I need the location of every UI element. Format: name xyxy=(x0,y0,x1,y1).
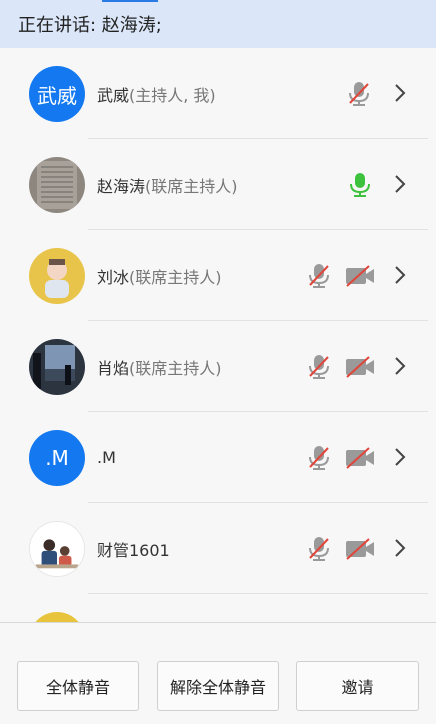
participant-list[interactable]: 武威 武威 (主持人, 我) 赵海涛 (联席主持人) 刘冰 (联席主持人) 肖焰… xyxy=(0,48,436,622)
top-indicator xyxy=(102,0,158,2)
participant-role: (联席主持人) xyxy=(145,176,238,196)
mic-active-icon[interactable] xyxy=(349,172,371,198)
avatar: 武威 xyxy=(29,66,85,122)
avatar xyxy=(29,612,85,622)
camera-off-icon[interactable] xyxy=(345,356,375,378)
participant-name: .M xyxy=(97,412,116,503)
participant-row[interactable]: 财管1601 xyxy=(0,503,436,594)
participant-row[interactable]: 赵海涛 (联席主持人) xyxy=(0,139,436,230)
participant-row[interactable]: 武威 武威 (主持人, 我) xyxy=(0,48,436,139)
mic-muted-icon[interactable] xyxy=(308,263,330,289)
participant-name: 财管1601 xyxy=(97,503,170,594)
chevron-right-icon[interactable] xyxy=(393,173,407,195)
mic-muted-icon[interactable] xyxy=(348,81,370,107)
mute-all-button[interactable]: 全体静音 xyxy=(17,661,139,711)
participant-role: (联席主持人) xyxy=(129,267,222,287)
chevron-right-icon[interactable] xyxy=(393,264,407,286)
participant-name: 武威 (主持人, 我) xyxy=(97,48,216,139)
participant-name-text: 肖焰 xyxy=(97,358,130,378)
mic-muted-icon[interactable] xyxy=(308,536,330,562)
participant-row[interactable]: 肖焰 (联席主持人) xyxy=(0,321,436,412)
participant-name: 赵海涛 (联席主持人) xyxy=(97,139,238,230)
participant-name-text: 赵海涛 xyxy=(97,176,146,196)
unmute-all-button[interactable]: 解除全体静音 xyxy=(157,661,279,711)
participant-name: 肖焰 (联席主持人) xyxy=(97,321,222,412)
participant-role: (主持人, 我) xyxy=(129,85,216,105)
participant-role: (联席主持人) xyxy=(129,358,222,378)
mic-muted-icon[interactable] xyxy=(308,445,330,471)
mic-muted-icon[interactable] xyxy=(308,354,330,380)
avatar xyxy=(29,521,85,577)
chevron-right-icon[interactable] xyxy=(393,82,407,104)
participant-name-text: .M xyxy=(97,448,116,467)
participant-row[interactable]: .M .M xyxy=(0,412,436,503)
participant-row[interactable]: 刘冰 (联席主持人) xyxy=(0,230,436,321)
camera-off-icon[interactable] xyxy=(345,538,375,560)
participant-name-text: 财管1601 xyxy=(97,540,170,560)
avatar: .M xyxy=(29,430,85,486)
avatar xyxy=(29,157,85,213)
speaking-banner: 正在讲话: 赵海涛; xyxy=(0,0,436,48)
participant-name-text: 武威 xyxy=(97,85,130,105)
participant-name: 刘冰 (联席主持人) xyxy=(97,230,222,321)
avatar xyxy=(29,248,85,304)
camera-off-icon[interactable] xyxy=(345,447,375,469)
avatar xyxy=(29,339,85,395)
camera-off-icon[interactable] xyxy=(345,265,375,287)
avatar-text: 武威 xyxy=(37,83,77,108)
chevron-right-icon[interactable] xyxy=(393,446,407,468)
chevron-right-icon[interactable] xyxy=(393,537,407,559)
participant-name-text: 刘冰 xyxy=(97,267,130,287)
avatar-text: .M xyxy=(45,446,69,470)
invite-button[interactable]: 邀请 xyxy=(296,661,419,711)
speaking-text: 正在讲话: 赵海涛; xyxy=(18,15,162,36)
bottom-action-bar: 全体静音 解除全体静音 邀请 xyxy=(0,622,436,724)
participant-row[interactable] xyxy=(0,594,436,622)
chevron-right-icon[interactable] xyxy=(393,355,407,377)
